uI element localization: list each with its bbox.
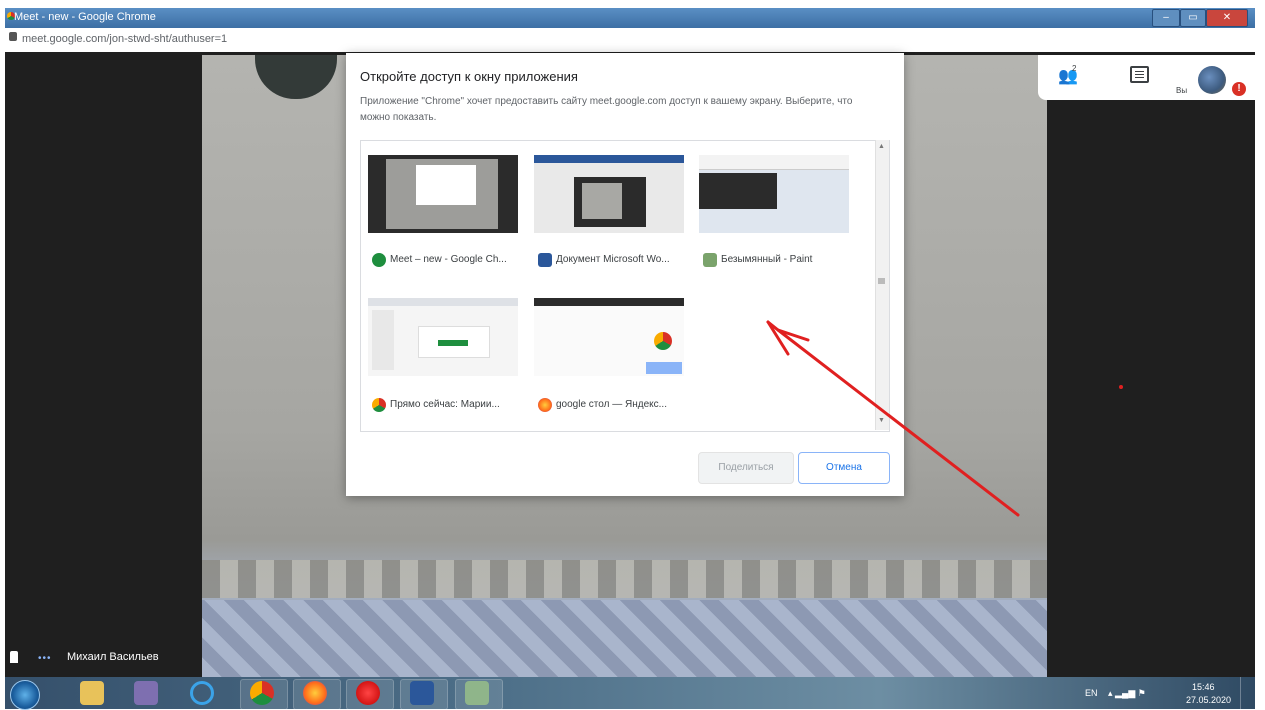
participant-name: Михаил Васильев — [67, 651, 159, 663]
window-controls: – ▭ ✕ — [1152, 9, 1248, 27]
avatar[interactable] — [1198, 66, 1226, 94]
window-thumb-firefox[interactable] — [534, 298, 684, 376]
clock-time[interactable]: 15:46 — [1192, 682, 1215, 692]
language-indicator[interactable]: EN — [1085, 688, 1098, 698]
window-thumb-word[interactable] — [534, 155, 684, 233]
internet-explorer-icon[interactable] — [190, 681, 214, 705]
video-wall-border — [202, 560, 1047, 598]
chat-icon[interactable] — [1130, 66, 1149, 83]
window-thumb-meet[interactable] — [368, 155, 518, 233]
dialog-description: Приложение "Chrome" хочет предоставить с… — [360, 96, 853, 123]
window-titlebar[interactable] — [5, 8, 1255, 28]
chrome-icon[interactable] — [250, 681, 274, 705]
media-player-icon[interactable] — [134, 681, 158, 705]
paint-icon — [703, 253, 717, 267]
window-label-word[interactable]: Документ Microsoft Wo... — [556, 254, 670, 265]
window-label-meet[interactable]: Meet – new - Google Ch... — [390, 254, 507, 265]
pin-icon[interactable] — [10, 651, 18, 663]
explorer-icon[interactable] — [80, 681, 104, 705]
start-button[interactable] — [10, 680, 40, 710]
close-button[interactable]: ✕ — [1206, 9, 1248, 27]
window-label-paint[interactable]: Безымянный - Paint — [721, 254, 812, 265]
yandex-browser-icon[interactable] — [356, 681, 380, 705]
meet-icon — [372, 253, 386, 267]
window-title: Meet - new - Google Chrome — [14, 11, 156, 23]
dialog-title: Откройте доступ к окну приложения — [360, 69, 578, 84]
alert-badge: ! — [1232, 82, 1246, 96]
red-dot-marker — [1119, 385, 1123, 389]
scroll-up-icon[interactable]: ▲ — [878, 143, 885, 150]
chrome-icon — [372, 398, 386, 412]
window-thumb-paint[interactable] — [699, 155, 849, 233]
window-label-chrome[interactable]: Прямо сейчас: Марии... — [390, 399, 500, 410]
firefox-icon — [538, 398, 552, 412]
video-carpet — [202, 600, 1047, 677]
paint-icon[interactable] — [465, 681, 489, 705]
people-count: 2 — [1072, 64, 1077, 73]
you-label: Вы — [1176, 86, 1188, 95]
scroll-thumb[interactable] — [878, 278, 885, 284]
word-icon[interactable] — [410, 681, 434, 705]
window-label-firefox[interactable]: google стол — Яндекс... — [556, 399, 667, 410]
show-desktop-button[interactable] — [1240, 677, 1253, 709]
tray-icons[interactable]: ▴ ▂▄▆ ⚑ — [1108, 688, 1146, 699]
firefox-icon[interactable] — [303, 681, 327, 705]
minimize-button[interactable]: – — [1152, 9, 1180, 27]
maximize-button[interactable]: ▭ — [1180, 9, 1206, 27]
url-text[interactable]: meet.google.com/jon-stwd-sht/authuser=1 — [22, 33, 227, 45]
clock-date[interactable]: 27.05.2020 — [1186, 695, 1231, 705]
word-icon — [538, 253, 552, 267]
lock-icon — [9, 32, 17, 41]
window-thumb-chrome[interactable] — [368, 298, 518, 376]
annotation-arrow — [766, 320, 1020, 517]
more-options-icon[interactable]: ••• — [38, 653, 52, 664]
